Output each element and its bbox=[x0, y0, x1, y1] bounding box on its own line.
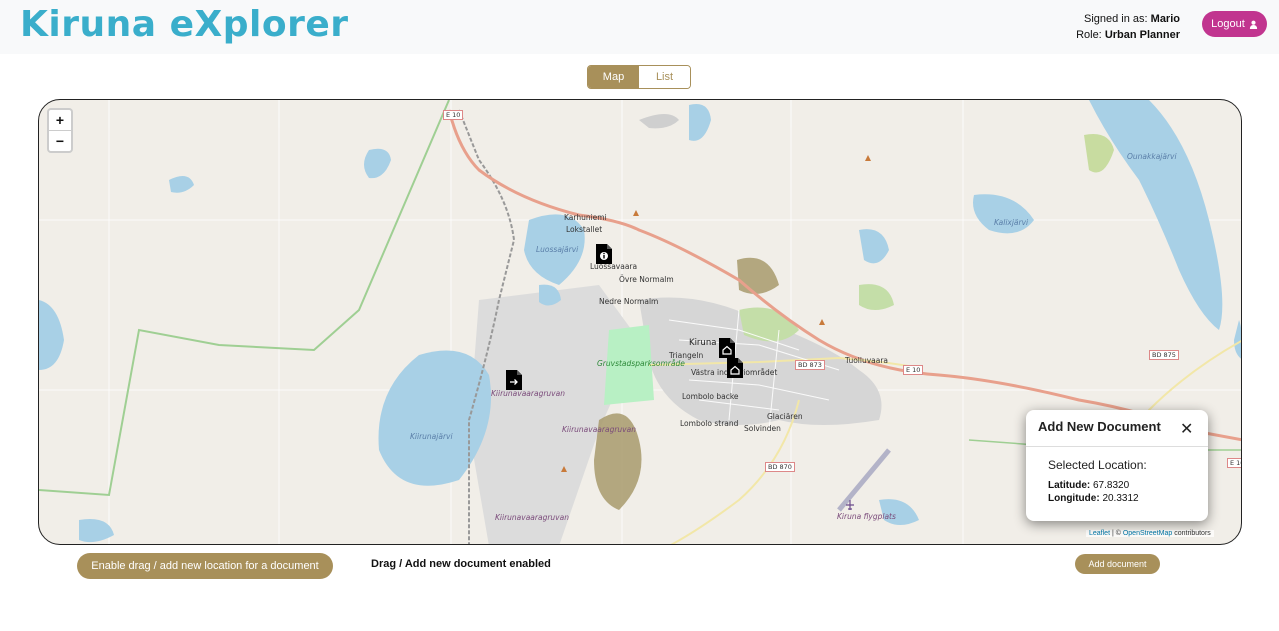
add-document-button[interactable]: Add document bbox=[1075, 554, 1160, 574]
header: Kiruna eXplorer Signed in as: Mario Role… bbox=[0, 0, 1279, 54]
place-label: Luossajärvi bbox=[536, 245, 579, 254]
longitude-row: Longitude: 20.3312 bbox=[1048, 493, 1139, 504]
latitude-label: Latitude: bbox=[1048, 480, 1091, 491]
tab-map[interactable]: Map bbox=[588, 66, 639, 88]
place-label: Ounakkajärvi bbox=[1127, 152, 1177, 161]
logout-button[interactable]: Logout bbox=[1202, 11, 1267, 37]
osm-link[interactable]: OpenStreetMap bbox=[1123, 530, 1172, 537]
latitude-value: 67.8320 bbox=[1093, 480, 1130, 491]
selected-location-label: Selected Location: bbox=[1048, 458, 1147, 472]
map-attribution: Leaflet | © OpenStreetMap contributors bbox=[1086, 530, 1214, 537]
place-label: Kiirunavaaragruvan bbox=[491, 389, 565, 398]
logout-label: Logout bbox=[1211, 18, 1245, 30]
road-label-e10: E 10 bbox=[443, 110, 464, 120]
role-value: Urban Planner bbox=[1104, 29, 1180, 41]
leaflet-link[interactable]: Leaflet bbox=[1089, 530, 1110, 537]
close-icon[interactable]: ✕ bbox=[1180, 419, 1193, 439]
place-label: Karhuniemi bbox=[564, 213, 607, 222]
place-label: Lombolo backe bbox=[682, 392, 739, 401]
document-info-icon[interactable] bbox=[596, 244, 612, 264]
document-house-icon[interactable] bbox=[727, 358, 743, 378]
user-info: Signed in as: Mario Role: Urban Planner bbox=[1060, 11, 1180, 43]
place-label: Kiirunavaaragruvan bbox=[562, 425, 636, 434]
place-label: Lokstallet bbox=[566, 225, 603, 234]
add-document-popup: Add New Document ✕ Selected Location: La… bbox=[1026, 410, 1208, 521]
place-label: Gruvstadsparksområde bbox=[597, 359, 685, 368]
user-icon bbox=[1249, 20, 1257, 29]
drag-status-text: Drag / Add new document enabled bbox=[371, 558, 551, 570]
place-label: Lombolo strand bbox=[680, 419, 739, 428]
road-label-e10: E 10 bbox=[1227, 458, 1241, 468]
place-label: Kiruna bbox=[689, 338, 717, 348]
popup-title: Add New Document bbox=[1038, 419, 1161, 434]
road-label-e10: E 10 bbox=[903, 365, 924, 375]
map-view[interactable]: + − E 10 E 10 E 10 BD 873 BD 875 BD 870 … bbox=[38, 99, 1242, 545]
place-label: Tuolluvaara bbox=[845, 356, 889, 365]
place-label: Kiirunavaaragruvan bbox=[495, 513, 569, 522]
enable-drag-button[interactable]: Enable drag / add new location for a doc… bbox=[77, 553, 333, 579]
document-house-icon[interactable] bbox=[719, 338, 735, 358]
latitude-row: Latitude: 67.8320 bbox=[1048, 480, 1129, 491]
zoom-out-button[interactable]: − bbox=[49, 131, 71, 151]
longitude-value: 20.3312 bbox=[1102, 493, 1139, 504]
place-label: Kiruna flygplats bbox=[837, 512, 896, 521]
zoom-control: + − bbox=[47, 108, 73, 153]
popup-divider bbox=[1026, 446, 1208, 447]
place-label: Glaciären bbox=[767, 412, 803, 421]
signed-in-label: Signed in as: bbox=[1083, 13, 1148, 25]
app-title: Kiruna eXplorer bbox=[20, 4, 349, 45]
role-label: Role: bbox=[1076, 29, 1102, 41]
user-name: Mario bbox=[1150, 13, 1180, 25]
view-toggle: Map List bbox=[587, 65, 691, 89]
road-label-bd873: BD 873 bbox=[795, 360, 825, 370]
place-label: Kiirunajärvi bbox=[410, 432, 453, 441]
attribution-suffix: contributors bbox=[1172, 530, 1211, 537]
attribution-separator: | © bbox=[1110, 530, 1123, 537]
airport-icon bbox=[846, 500, 854, 510]
road-label-bd875: BD 875 bbox=[1149, 350, 1179, 360]
place-label: Kalixjärvi bbox=[994, 218, 1029, 227]
place-label: Övre Normalm bbox=[619, 275, 674, 284]
document-arrow-icon[interactable] bbox=[506, 370, 522, 390]
zoom-in-button[interactable]: + bbox=[49, 110, 71, 131]
road-label-bd870: BD 870 bbox=[765, 462, 795, 472]
place-label: Nedre Normalm bbox=[599, 297, 659, 306]
tab-list[interactable]: List bbox=[639, 66, 690, 88]
longitude-label: Longitude: bbox=[1048, 493, 1100, 504]
place-label: Solvinden bbox=[744, 424, 781, 433]
